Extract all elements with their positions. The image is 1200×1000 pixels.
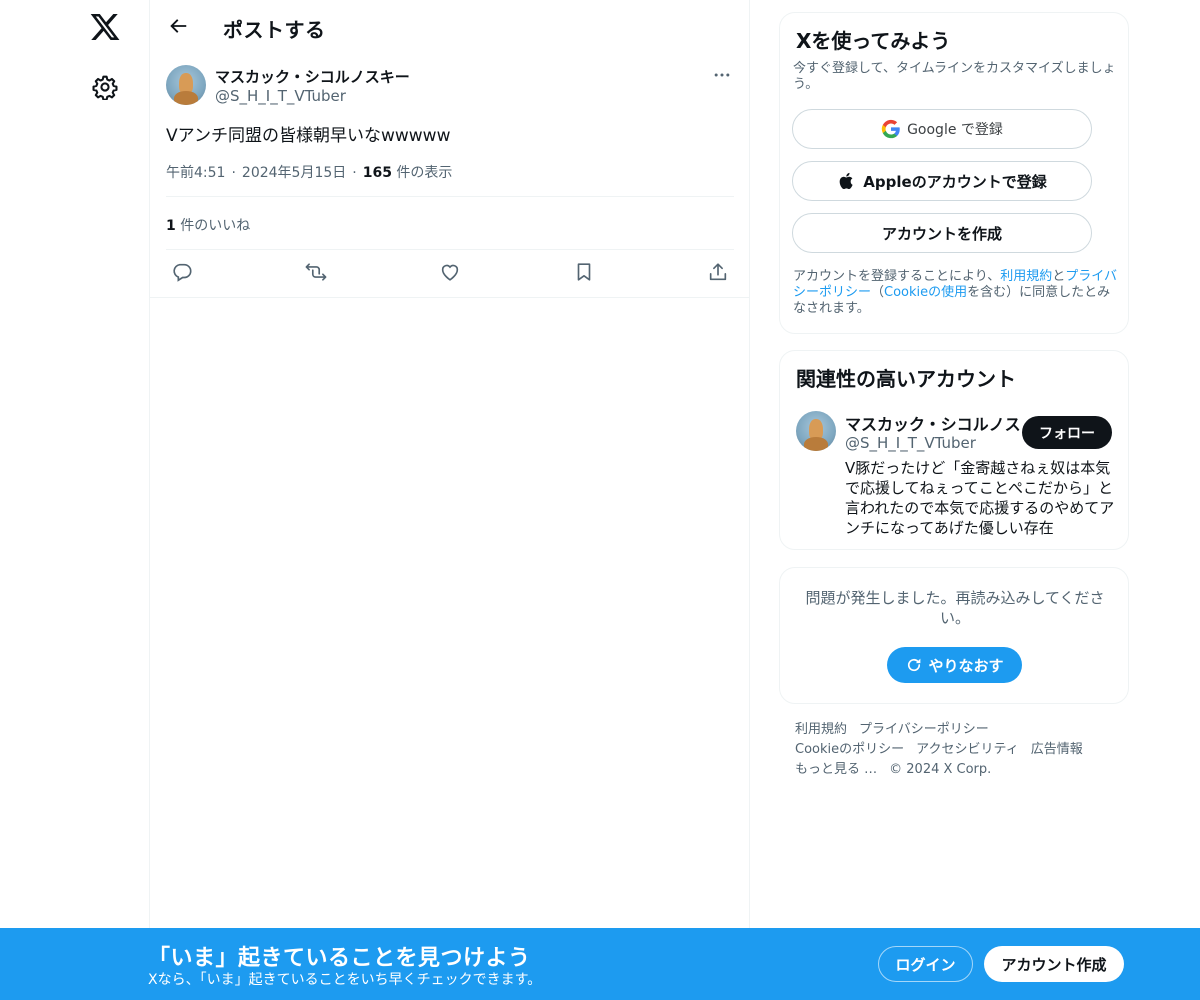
footer-more-link[interactable]: もっと見る … (795, 762, 877, 777)
footer-ads-link[interactable]: 広告情報 (1031, 742, 1083, 757)
create-account-button[interactable]: アカウントを作成 (792, 213, 1092, 253)
post-text: Vアンチ同盟の皆様朝早いなwwwww (166, 126, 451, 146)
app-root: ポストする マスカック・シコルノスキー @S_H_I_T_VTuber Vアンチ… (0, 0, 1200, 1000)
post-author-name[interactable]: マスカック・シコルノスキー (215, 66, 410, 87)
related-title: 関連性の高いアカウント (796, 367, 1016, 391)
legal-notice: アカウントを登録することにより、利用規約とプライバシーポリシー（Cookieの使… (793, 269, 1123, 317)
related-account-handle[interactable]: @S_H_I_T_VTuber (845, 434, 976, 452)
page-header: ポストする (150, 0, 750, 53)
legal-text: と (1052, 269, 1066, 284)
google-signup-label: Google で登録 (907, 122, 1003, 138)
footer-cookie-link[interactable]: Cookieのポリシー (795, 742, 904, 757)
login-button[interactable]: ログイン (878, 946, 973, 982)
like-summary[interactable]: 1 件のいいね (166, 215, 250, 235)
avatar[interactable] (166, 65, 206, 105)
footer-privacy-link[interactable]: プライバシーポリシー (859, 722, 989, 737)
main-column: ポストする マスカック・シコルノスキー @S_H_I_T_VTuber Vアンチ… (149, 0, 750, 1000)
refresh-icon (905, 656, 923, 674)
view-count: 165 (362, 165, 392, 181)
more-icon[interactable] (712, 65, 732, 85)
apple-signup-label: Appleのアカウントで登録 (863, 172, 1047, 191)
related-account-name[interactable]: マスカック・シコルノス (845, 411, 1021, 435)
banner-title: 「いま」起きていることを見つけよう (148, 946, 531, 971)
like-label: 件のいいね (180, 218, 251, 234)
arrow-left-icon[interactable] (166, 14, 190, 38)
cookie-link[interactable]: Cookieの使用 (884, 285, 967, 300)
signup-subtitle: 今すぐ登録して、タイムラインをカスタマイズしましょう。 (793, 61, 1116, 92)
page-title: ポストする (223, 18, 326, 42)
footer-accessibility-link[interactable]: アクセシビリティ (916, 742, 1019, 757)
repost-icon[interactable] (305, 261, 327, 283)
x-logo-icon[interactable] (89, 11, 121, 43)
share-icon[interactable] (707, 261, 729, 283)
retry-label: やりなおす (928, 656, 1004, 675)
left-nav (0, 0, 150, 1000)
post-date[interactable]: 2024年5月15日 (242, 165, 346, 181)
terms-link[interactable]: 利用規約 (1000, 269, 1052, 284)
follow-button[interactable]: フォロー (1022, 416, 1112, 449)
banner-subtitle: Xなら、「いま」起きていることをいち早くチェックできます。 (148, 972, 542, 988)
post-meta: 午前4:51 · 2024年5月15日 · 165 件の表示 (166, 165, 453, 181)
footer-links: 利用規約 プライバシーポリシー Cookieのポリシー アクセシビリティ 広告情報 も… (795, 720, 1135, 780)
error-message: 問題が発生しました。再読み込みしてください。 (805, 589, 1105, 627)
gear-icon[interactable] (92, 74, 118, 101)
reply-icon[interactable] (171, 261, 193, 283)
bookmark-icon[interactable] (573, 261, 595, 283)
retry-button[interactable]: やりなおす (887, 647, 1022, 683)
like-icon[interactable] (439, 261, 461, 283)
like-count: 1 (166, 218, 176, 234)
google-icon (881, 119, 901, 139)
view-label: 件の表示 (396, 165, 453, 181)
footer-terms-link[interactable]: 利用規約 (795, 722, 847, 737)
post-detail: マスカック・シコルノスキー @S_H_I_T_VTuber Vアンチ同盟の皆様朝… (150, 53, 750, 298)
legal-text: （ (871, 285, 885, 300)
avatar[interactable] (796, 411, 836, 451)
post-time[interactable]: 午前4:51 (166, 165, 225, 181)
related-account-bio: V豚だったけど「金寄越さねぇ奴は本気で応援してねぇってことぺこだから」と言われた… (845, 459, 1115, 537)
signup-card: Xを使ってみよう 今すぐ登録して、タイムラインをカスタマイズしましょう。 Goo… (779, 12, 1129, 334)
divider (166, 249, 734, 250)
create-account-label: アカウントを作成 (881, 224, 1002, 243)
signup-button[interactable]: アカウント作成 (984, 946, 1124, 982)
copyright: © 2024 X Corp. (889, 762, 992, 777)
error-card: 問題が発生しました。再読み込みしてください。 やりなおす (779, 567, 1129, 704)
apple-icon (837, 171, 857, 191)
legal-text: アカウントを登録することにより、 (793, 269, 1001, 284)
signup-title: Xを使ってみよう (796, 29, 951, 53)
google-signup-button[interactable]: Google で登録 (792, 109, 1092, 149)
related-accounts-card: 関連性の高いアカウント マスカック・シコルノス @S_H_I_T_VTuber … (779, 350, 1129, 550)
post-actions (166, 251, 734, 295)
signup-banner: 「いま」起きていることを見つけよう Xなら、「いま」起きていることをいち早くチェ… (0, 928, 1200, 1000)
divider (166, 196, 734, 197)
apple-signup-button[interactable]: Appleのアカウントで登録 (792, 161, 1092, 201)
post-author-handle[interactable]: @S_H_I_T_VTuber (215, 87, 346, 105)
